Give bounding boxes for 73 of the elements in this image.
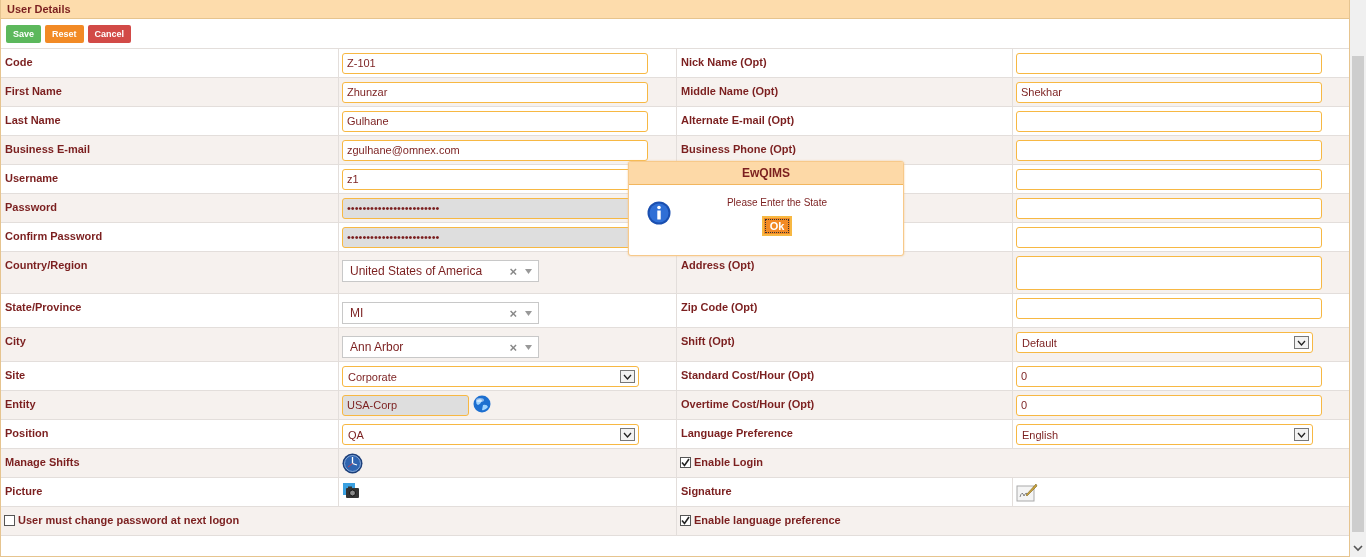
text-field[interactable]: Zhunzar <box>342 82 648 103</box>
field-label: Country/Region <box>4 258 89 271</box>
chevron-icon[interactable] <box>1297 431 1306 438</box>
text-field[interactable] <box>1016 140 1322 161</box>
field-label: Address (Opt) <box>680 258 756 271</box>
text-field[interactable]: 0 <box>1016 395 1322 416</box>
dropdown[interactable]: Ann Arbor × <box>342 336 539 358</box>
scrollbar[interactable] <box>1350 0 1366 557</box>
text-field[interactable]: Shekhar <box>1016 82 1322 103</box>
select-dropdown[interactable]: English <box>1016 424 1313 445</box>
field-label: Last Name <box>4 113 62 126</box>
field-label: Site <box>4 368 27 381</box>
field-label: State/Province <box>4 300 83 313</box>
text-field[interactable]: Z-101 <box>342 53 648 74</box>
text-field[interactable] <box>1016 227 1322 248</box>
text-field[interactable] <box>1016 111 1322 132</box>
address-field[interactable] <box>1016 256 1322 290</box>
checkbox[interactable] <box>4 515 15 526</box>
field-label: Position <box>4 426 50 439</box>
field-label: Entity <box>4 397 37 410</box>
text-field[interactable] <box>1016 53 1322 74</box>
chevron-icon[interactable] <box>623 373 632 380</box>
field-label: Code <box>4 55 34 68</box>
text-field[interactable] <box>1016 298 1322 319</box>
field-label: Picture <box>4 484 44 497</box>
text-field[interactable] <box>1016 198 1322 219</box>
clock-icon[interactable] <box>342 453 363 474</box>
field-label: Confirm Password <box>4 229 104 242</box>
field-label: Signature <box>680 484 733 497</box>
field-label: Alternate E-mail (Opt) <box>680 113 796 126</box>
panel-title: User Details <box>7 3 71 15</box>
globe-icon[interactable] <box>473 395 491 413</box>
field-label: Password <box>4 200 58 213</box>
field-label: Middle Name (Opt) <box>680 84 780 97</box>
dropdown[interactable]: United States of America × <box>342 260 539 282</box>
signature-icon[interactable] <box>1016 482 1038 502</box>
scroll-down-icon[interactable] <box>1353 545 1363 552</box>
camera-icon[interactable] <box>342 482 360 500</box>
dialog-title: EwQIMS <box>742 166 790 180</box>
checkbox[interactable] <box>680 515 691 526</box>
checkbox-label: Enable language preference <box>693 513 842 526</box>
field-label: Shift (Opt) <box>680 334 736 347</box>
field-label: Business E-mail <box>4 142 91 155</box>
field-label: Nick Name (Opt) <box>680 55 768 68</box>
caret-icon[interactable] <box>525 268 532 274</box>
caret-icon[interactable] <box>525 310 532 316</box>
caret-icon[interactable] <box>525 344 532 350</box>
cancel-button[interactable]: Cancel <box>87 24 132 43</box>
select-dropdown[interactable]: Default <box>1016 332 1313 353</box>
text-field[interactable]: Gulhane <box>342 111 648 132</box>
checkbox-label: User must change password at next logon <box>17 513 241 526</box>
dropdown[interactable]: MI × <box>342 302 539 324</box>
field-label: Language Preference <box>680 426 794 439</box>
select-dropdown[interactable]: Corporate <box>342 366 639 387</box>
info-icon <box>647 201 671 225</box>
chevron-icon[interactable] <box>1297 339 1306 346</box>
field-label: Manage Shifts <box>4 455 81 468</box>
chevron-icon[interactable] <box>623 431 632 438</box>
field-label: Standard Cost/Hour (Opt) <box>680 368 816 381</box>
checkbox-label: Enable Login <box>693 455 765 468</box>
select-dropdown[interactable]: QA <box>342 424 639 445</box>
entity-field[interactable]: USA-Corp <box>342 395 469 416</box>
field-label: First Name <box>4 84 63 97</box>
field-label: City <box>4 334 27 347</box>
dialog-message: Please Enter the State <box>726 196 828 208</box>
text-field[interactable] <box>1016 169 1322 190</box>
field-label: Username <box>4 171 60 184</box>
text-field[interactable]: zgulhane@omnex.com <box>342 140 648 161</box>
checkbox[interactable] <box>680 457 691 468</box>
text-field[interactable]: 0 <box>1016 366 1322 387</box>
field-label: Overtime Cost/Hour (Opt) <box>680 397 816 410</box>
field-label: Business Phone (Opt) <box>680 142 797 155</box>
field-label: Zip Code (Opt) <box>680 300 759 313</box>
